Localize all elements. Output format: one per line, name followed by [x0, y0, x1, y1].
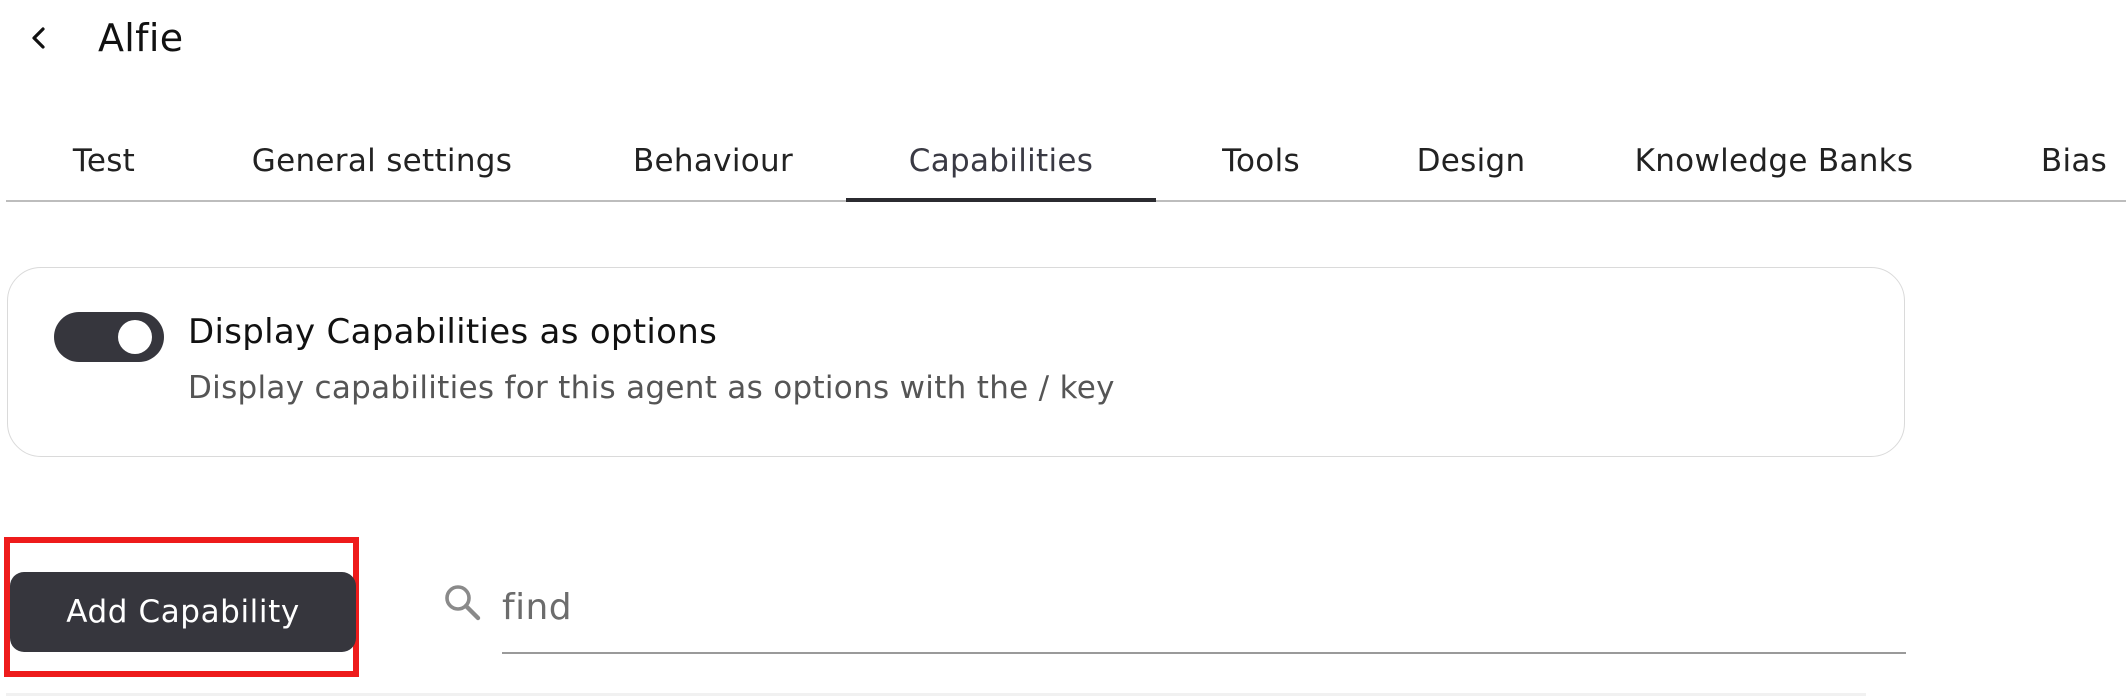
- add-capability-button[interactable]: Add Capability: [10, 572, 356, 652]
- chevron-left-icon: [32, 27, 45, 49]
- agent-capabilities-page: Alfie Test General settings Behaviour Ca…: [0, 0, 2126, 698]
- list-divider: [6, 693, 1866, 696]
- tab-general-settings[interactable]: General settings: [202, 122, 562, 200]
- setting-title: Display Capabilities as options: [188, 312, 718, 352]
- tab-design[interactable]: Design: [1396, 122, 1546, 200]
- search-field: [502, 572, 1906, 654]
- tab-test[interactable]: Test: [40, 122, 168, 200]
- setting-description: Display capabilities for this agent as o…: [188, 370, 1115, 406]
- tab-tools[interactable]: Tools: [1196, 122, 1326, 200]
- tab-behaviour[interactable]: Behaviour: [606, 122, 820, 200]
- page-header: Alfie: [28, 10, 183, 66]
- back-button[interactable]: [28, 18, 58, 58]
- tab-bias[interactable]: Bias: [2024, 122, 2124, 200]
- page-title: Alfie: [98, 16, 184, 60]
- display-capabilities-card: Display Capabilities as options Display …: [7, 267, 1905, 457]
- search-icon: [445, 585, 481, 621]
- search-input[interactable]: [502, 572, 1906, 642]
- tab-bar: Test General settings Behaviour Capabili…: [6, 122, 2126, 202]
- tab-capabilities[interactable]: Capabilities: [846, 122, 1156, 202]
- toggle-knob: [118, 320, 152, 354]
- tab-knowledge-banks[interactable]: Knowledge Banks: [1614, 122, 1934, 200]
- display-capabilities-toggle[interactable]: [54, 312, 164, 362]
